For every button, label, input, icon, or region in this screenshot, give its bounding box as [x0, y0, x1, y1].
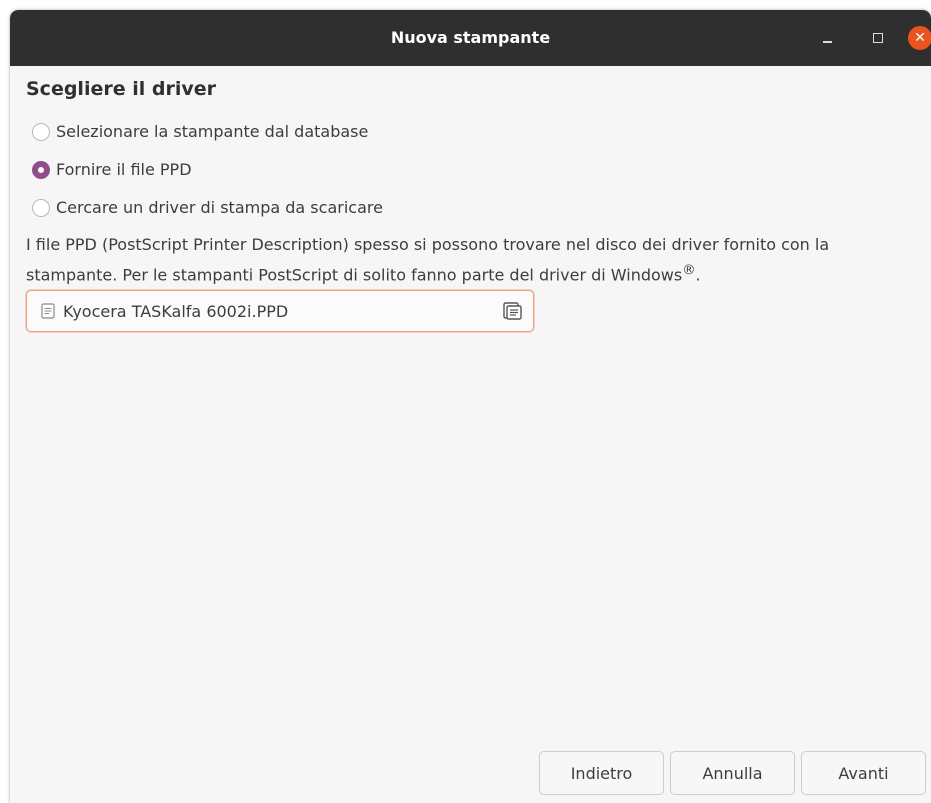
dialog-window: Nuova stampante ✕ Scegliere il driver Se…	[10, 10, 931, 803]
maximize-icon	[873, 33, 883, 43]
radio-button-ppd-file[interactable]	[32, 160, 50, 179]
description-line-1: I file PPD (PostScript Printer Descripti…	[26, 235, 830, 254]
cancel-button[interactable]: Annulla	[670, 751, 795, 795]
document-icon	[40, 303, 56, 319]
titlebar: Nuova stampante ✕	[10, 10, 931, 66]
close-button[interactable]: ✕	[908, 26, 931, 50]
section-heading: Scegliere il driver	[26, 78, 216, 100]
radio-option-ppd-file[interactable]: Fornire il file PPD	[32, 160, 192, 179]
radio-label-download-driver: Cercare un driver di stampa da scaricare	[56, 198, 383, 217]
next-button[interactable]: Avanti	[801, 751, 926, 795]
radio-label-ppd-file: Fornire il file PPD	[56, 160, 192, 179]
file-name: Kyocera TASKalfa 6002i.PPD	[63, 301, 289, 321]
radio-button-database[interactable]	[32, 122, 50, 141]
window-title: Nuova stampante	[390, 28, 551, 47]
description-line-2: stampante. Per le stampanti PostScript d…	[26, 258, 926, 288]
radio-button-download-driver[interactable]	[32, 198, 50, 217]
description-text: I file PPD (PostScript Printer Descripti…	[26, 232, 926, 288]
description-line-2-text: stampante. Per le stampanti PostScript d…	[26, 265, 683, 285]
description-line-2-end: .	[695, 265, 701, 285]
ppd-file-chooser[interactable]: Kyocera TASKalfa 6002i.PPD	[26, 290, 534, 332]
back-button[interactable]: Indietro	[539, 751, 664, 795]
maximize-button[interactable]	[868, 28, 888, 48]
radio-option-database[interactable]: Selezionare la stampante dal database	[32, 122, 368, 141]
radio-option-download-driver[interactable]: Cercare un driver di stampa da scaricare	[32, 198, 383, 217]
close-icon: ✕	[914, 30, 926, 46]
registered-mark: ®	[682, 263, 696, 278]
radio-label-database: Selezionare la stampante dal database	[56, 122, 369, 141]
minimize-button[interactable]	[817, 28, 837, 48]
minimize-icon	[822, 41, 832, 43]
folder-browse-icon[interactable]	[501, 301, 523, 321]
